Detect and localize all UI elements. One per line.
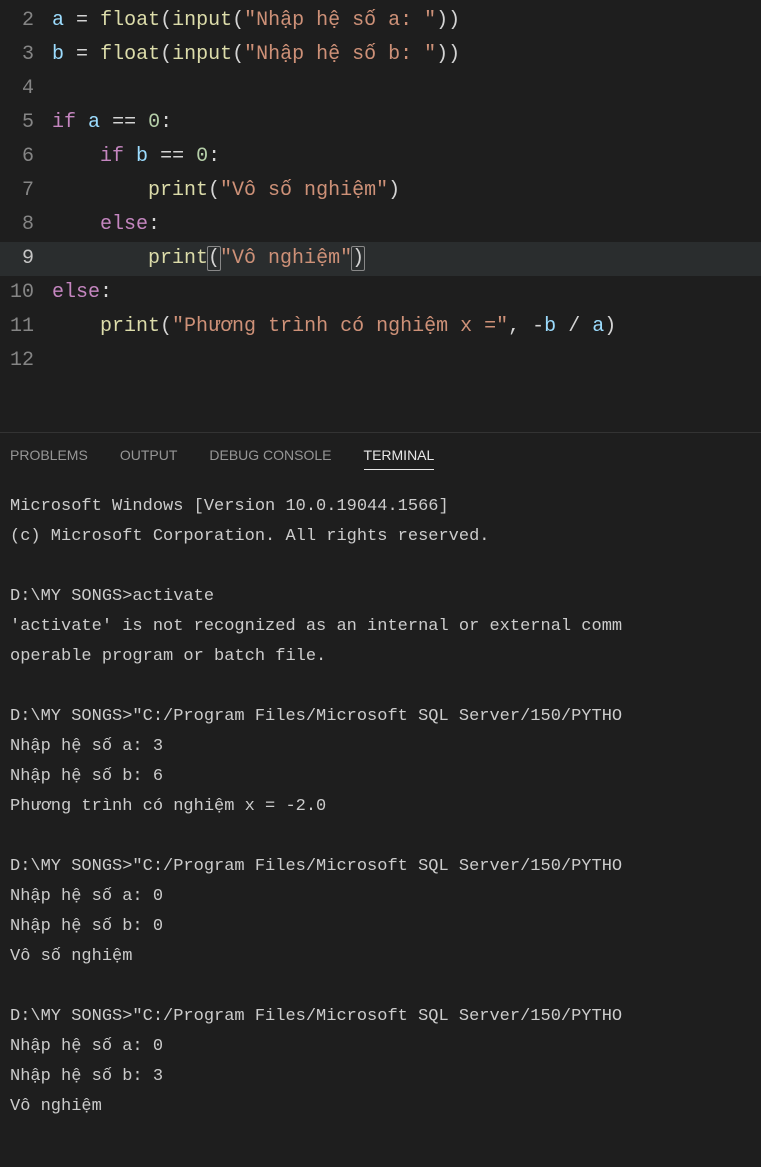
line-number: 7 [0,174,52,208]
terminal-line: 'activate' is not recognized as an inter… [10,612,751,642]
terminal-line [10,552,751,582]
code-line[interactable]: 8 else: [0,208,761,242]
terminal-line: D:\MY SONGS>activate [10,582,751,612]
terminal-line: D:\MY SONGS>"C:/Program Files/Microsoft … [10,1002,751,1032]
code-content[interactable]: a = float(input("Nhập hệ số a: ")) [52,4,460,38]
line-number: 11 [0,310,52,344]
panel-tabs: PROBLEMS OUTPUT DEBUG CONSOLE TERMINAL [0,433,761,484]
line-number: 2 [0,4,52,38]
code-content[interactable]: print("Vô nghiệm") [52,242,364,276]
code-line[interactable]: 12 [0,344,761,378]
code-content[interactable]: else: [52,276,112,310]
code-content[interactable]: else: [52,208,160,242]
terminal-line: Nhập hệ số b: 6 [10,762,751,792]
code-line[interactable]: 4 [0,72,761,106]
code-line[interactable]: 7 print("Vô số nghiệm") [0,174,761,208]
terminal-output[interactable]: Microsoft Windows [Version 10.0.19044.15… [0,484,761,1130]
terminal-line: Nhập hệ số b: 3 [10,1062,751,1092]
terminal-line: D:\MY SONGS>"C:/Program Files/Microsoft … [10,702,751,732]
code-line[interactable]: 9 print("Vô nghiệm") [0,242,761,276]
terminal-line: Phương trình có nghiệm x = -2.0 [10,792,751,822]
tab-debug-console[interactable]: DEBUG CONSOLE [209,447,331,470]
code-line[interactable]: 3b = float(input("Nhập hệ số b: ")) [0,38,761,72]
terminal-line: (c) Microsoft Corporation. All rights re… [10,522,751,552]
terminal-line [10,972,751,1002]
terminal-line: Vô nghiệm [10,1092,751,1122]
terminal-line [10,672,751,702]
line-number: 5 [0,106,52,140]
line-number: 12 [0,344,52,378]
terminal-line: Nhập hệ số b: 0 [10,912,751,942]
code-content[interactable]: print("Vô số nghiệm") [52,174,400,208]
terminal-line: Nhập hệ số a: 0 [10,882,751,912]
line-number: 3 [0,38,52,72]
code-content[interactable]: b = float(input("Nhập hệ số b: ")) [52,38,460,72]
terminal-line: Nhập hệ số a: 0 [10,1032,751,1062]
code-content[interactable]: print("Phương trình có nghiệm x =", -b /… [52,310,616,344]
code-line[interactable]: 2a = float(input("Nhập hệ số a: ")) [0,4,761,38]
bottom-panel: PROBLEMS OUTPUT DEBUG CONSOLE TERMINAL Micr… [0,432,761,1130]
line-number: 6 [0,140,52,174]
terminal-line: D:\MY SONGS>"C:/Program Files/Microsoft … [10,852,751,882]
code-content[interactable]: if b == 0: [52,140,220,174]
code-editor[interactable]: 2a = float(input("Nhập hệ số a: "))3b = … [0,0,761,382]
tab-output[interactable]: OUTPUT [120,447,178,470]
terminal-line: Nhập hệ số a: 3 [10,732,751,762]
line-number: 4 [0,72,52,106]
line-number: 8 [0,208,52,242]
line-number: 10 [0,276,52,310]
code-content[interactable]: if a == 0: [52,106,172,140]
tab-problems[interactable]: PROBLEMS [10,447,88,470]
code-line[interactable]: 6 if b == 0: [0,140,761,174]
tab-terminal[interactable]: TERMINAL [364,447,435,470]
terminal-line: operable program or batch file. [10,642,751,672]
code-line[interactable]: 11 print("Phương trình có nghiệm x =", -… [0,310,761,344]
terminal-line: Microsoft Windows [Version 10.0.19044.15… [10,492,751,522]
code-line[interactable]: 10else: [0,276,761,310]
line-number: 9 [0,242,52,276]
terminal-line [10,822,751,852]
terminal-line: Vô số nghiệm [10,942,751,972]
code-line[interactable]: 5if a == 0: [0,106,761,140]
